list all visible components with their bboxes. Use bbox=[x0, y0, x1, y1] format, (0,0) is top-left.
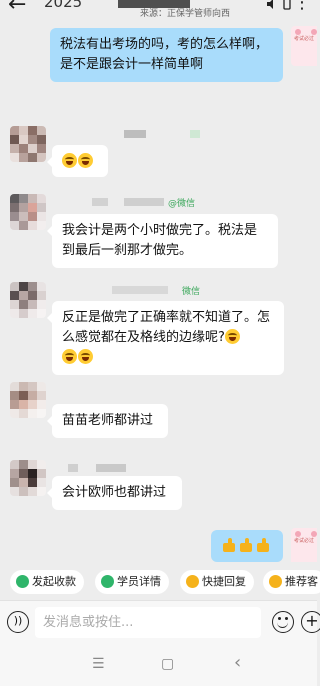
recent-apps-icon[interactable]: ☰ bbox=[92, 656, 105, 672]
recommend-button[interactable]: 推荐客 bbox=[263, 570, 320, 594]
more-actions-plus-icon[interactable]: + bbox=[301, 611, 320, 633]
wechat-tag: @微信 bbox=[168, 199, 196, 209]
quick-reply-button[interactable]: 快捷回复 bbox=[180, 570, 254, 594]
contact-avatar[interactable] bbox=[10, 194, 46, 230]
message-text: 苗苗老师都讲过 bbox=[62, 413, 154, 428]
system-navigation-bar: ☰ ▢ ‹ bbox=[0, 644, 317, 686]
message-bubble-other[interactable] bbox=[47, 145, 108, 177]
phone-icon bbox=[283, 0, 291, 10]
self-avatar[interactable]: 考试必过 bbox=[291, 528, 317, 562]
nickname-mosaic bbox=[124, 130, 146, 138]
emoji-picker-icon[interactable] bbox=[272, 611, 294, 633]
message-bubble-other[interactable]: 苗苗老师都讲过 bbox=[47, 404, 168, 438]
payment-request-button[interactable]: 发起收款 bbox=[10, 570, 84, 594]
chat-header: ← 2025 来源：正保学管师向西 ⋮ bbox=[0, 0, 317, 19]
message-text: 我会计是两个小时做完了。税法是到最后一刹那才做完。 bbox=[62, 223, 258, 258]
thumbs-up-emoji-icon bbox=[221, 537, 237, 553]
thumbs-up-emoji-icon bbox=[255, 537, 271, 553]
chat-title: 2025 bbox=[44, 0, 83, 11]
laugh-emoji-icon bbox=[78, 349, 93, 364]
message-input-placeholder: 发消息或按住... bbox=[43, 615, 134, 630]
title-mosaic bbox=[118, 0, 190, 8]
wechat-tag: 微信 bbox=[182, 287, 201, 297]
quick-reply-icon bbox=[186, 575, 199, 588]
student-icon bbox=[101, 575, 114, 588]
more-icon[interactable]: ⋮ bbox=[293, 0, 311, 12]
laugh-emoji-icon bbox=[224, 329, 240, 344]
contact-avatar[interactable] bbox=[10, 282, 46, 318]
message-bubble-other[interactable]: 我会计是两个小时做完了。税法是到最后一刹那才做完。 bbox=[47, 214, 278, 268]
nickname-mosaic bbox=[92, 198, 108, 206]
quick-action-bar: 发起收款 学员详情 快捷回复 推荐客 bbox=[0, 566, 320, 598]
message-text: 税法有出考场的吗，考的怎么样啊，是不是跟会计一样简单啊 bbox=[60, 37, 269, 72]
message-bubble-other[interactable]: 反正是做完了正确率就不知道了。怎么感觉都在及格线的边缘呢? bbox=[47, 301, 284, 375]
thumbs-up-emoji-icon bbox=[238, 537, 254, 553]
nickname-mosaic bbox=[68, 464, 78, 472]
message-bubble-self[interactable] bbox=[211, 530, 283, 562]
chat-message-list[interactable]: 税法有出考场的吗，考的怎么样啊，是不是跟会计一样简单啊 考试必过 @微信 我会计… bbox=[0, 18, 317, 562]
nickname-mosaic bbox=[190, 130, 200, 138]
nickname-mosaic bbox=[112, 286, 168, 294]
contact-avatar[interactable] bbox=[10, 382, 46, 418]
message-bubble-self[interactable]: 税法有出考场的吗，考的怎么样啊，是不是跟会计一样简单啊 bbox=[50, 28, 283, 82]
contact-avatar[interactable] bbox=[10, 460, 46, 496]
student-details-button[interactable]: 学员详情 bbox=[95, 570, 169, 594]
nickname-mosaic bbox=[96, 464, 126, 472]
contact-avatar[interactable] bbox=[10, 126, 46, 162]
recommend-icon bbox=[269, 575, 282, 588]
mute-icon bbox=[267, 0, 273, 9]
voice-input-icon[interactable]: )) bbox=[7, 611, 29, 633]
laugh-emoji-icon bbox=[62, 349, 77, 364]
laugh-emoji-icon bbox=[62, 153, 77, 168]
message-input[interactable]: 发消息或按住... bbox=[35, 607, 261, 638]
self-avatar[interactable]: 考试必过 bbox=[291, 26, 317, 66]
message-bubble-other[interactable]: 会计欧师也都讲过 bbox=[47, 476, 182, 510]
message-text: 会计欧师也都讲过 bbox=[62, 485, 167, 500]
back-icon[interactable]: ‹ bbox=[234, 652, 241, 673]
nickname-mosaic bbox=[124, 198, 164, 206]
laugh-emoji-icon bbox=[78, 153, 93, 168]
home-icon[interactable]: ▢ bbox=[161, 656, 174, 672]
message-input-bar: )) 发消息或按住... + bbox=[0, 600, 320, 644]
payment-icon bbox=[16, 575, 29, 588]
back-arrow-icon[interactable]: ← bbox=[8, 0, 26, 16]
